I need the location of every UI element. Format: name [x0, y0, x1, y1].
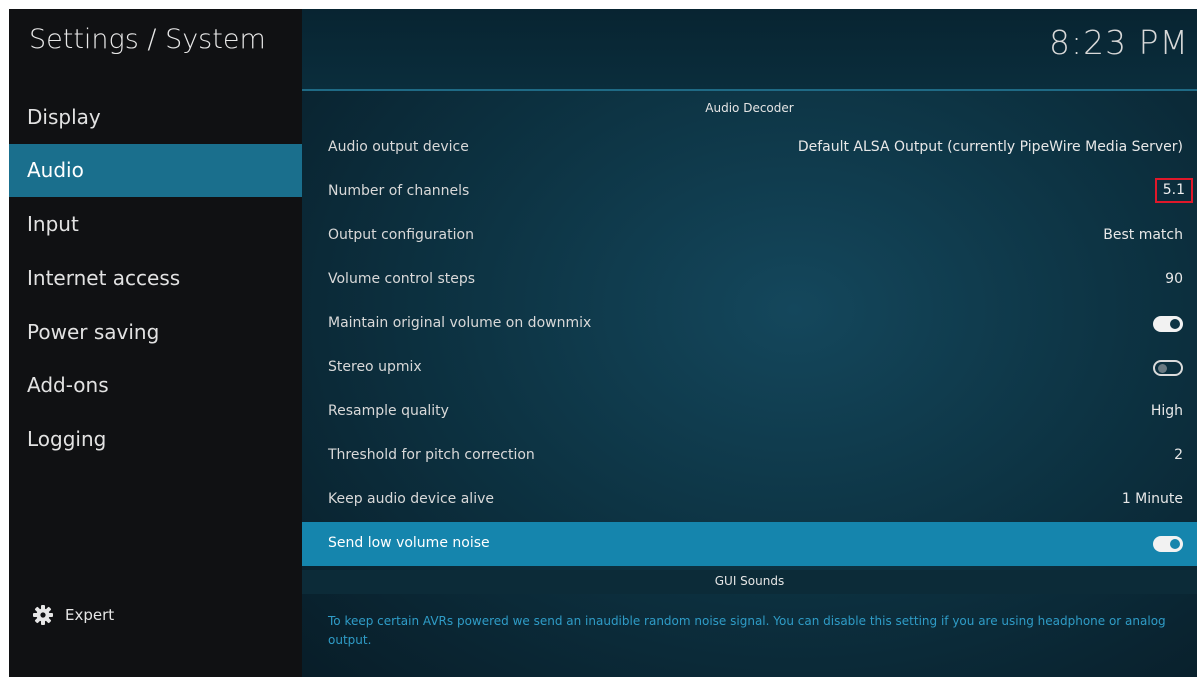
page-title: Settings / System: [29, 24, 266, 55]
setting-maintain-original-volume[interactable]: Maintain original volume on downmix: [302, 302, 1197, 346]
setting-label: Maintain original volume on downmix: [328, 315, 592, 331]
header-divider: [302, 89, 1197, 91]
setting-label: Resample quality: [328, 403, 449, 419]
setting-stereo-upmix[interactable]: Stereo upmix: [302, 346, 1197, 390]
expert-level-button[interactable]: Expert: [33, 601, 114, 629]
toggle-switch-on[interactable]: [1153, 536, 1183, 552]
setting-label: Send low volume noise: [328, 535, 490, 551]
toggle-switch-off[interactable]: [1153, 360, 1183, 376]
setting-label: Stereo upmix: [328, 359, 422, 375]
setting-value-highlighted: 5.1: [1154, 178, 1193, 203]
kodi-window: Settings / System Display Audio Input In…: [9, 9, 1197, 677]
setting-value: Best match: [1103, 227, 1183, 243]
toggle-knob: [1170, 319, 1180, 329]
setting-send-low-volume-noise[interactable]: Send low volume noise: [302, 522, 1197, 566]
sidebar-item-logging[interactable]: Logging: [9, 413, 302, 466]
sidebar-item-add-ons[interactable]: Add-ons: [9, 359, 302, 412]
setting-output-configuration[interactable]: Output configuration Best match: [302, 214, 1197, 258]
section-header-gui-sounds: GUI Sounds: [714, 574, 785, 588]
sidebar-item-display[interactable]: Display: [9, 91, 302, 144]
setting-label: Audio output device: [328, 139, 469, 155]
clock: 8:23 PM: [1049, 23, 1189, 62]
setting-description: To keep certain AVRs powered we send an …: [328, 614, 1166, 647]
sidebar-item-input[interactable]: Input: [9, 198, 302, 251]
setting-value: 2: [1174, 447, 1183, 463]
setting-volume-control-steps[interactable]: Volume control steps 90: [302, 258, 1197, 302]
setting-label: Keep audio device alive: [328, 491, 494, 507]
setting-resample-quality[interactable]: Resample quality High: [302, 390, 1197, 434]
setting-value: 90: [1165, 271, 1183, 287]
setting-threshold-pitch-correction[interactable]: Threshold for pitch correction 2: [302, 434, 1197, 478]
setting-label: Number of channels: [328, 183, 470, 199]
setting-audio-output-device[interactable]: Audio output device Default ALSA Output …: [302, 126, 1197, 170]
setting-number-of-channels[interactable]: Number of channels 5.1: [302, 170, 1197, 214]
setting-keep-audio-device-alive[interactable]: Keep audio device alive 1 Minute: [302, 478, 1197, 522]
setting-value: 1 Minute: [1121, 491, 1183, 507]
setting-label: Volume control steps: [328, 271, 476, 287]
toggle-knob: [1170, 539, 1180, 549]
gear-icon: [33, 605, 53, 625]
setting-value: High: [1150, 403, 1183, 419]
expert-label: Expert: [65, 606, 115, 624]
toggle-switch-on[interactable]: [1153, 316, 1183, 332]
setting-value: Default ALSA Output (currently PipeWire …: [797, 139, 1183, 155]
header-bar: 8:23 PM: [302, 9, 1197, 89]
sidebar-item-power-saving[interactable]: Power saving: [9, 306, 302, 359]
sidebar-item-audio[interactable]: Audio: [9, 144, 302, 197]
setting-label: Output configuration: [328, 227, 474, 243]
sidebar-item-internet-access[interactable]: Internet access: [9, 252, 302, 305]
toggle-knob: [1158, 364, 1167, 373]
sidebar: Settings / System Display Audio Input In…: [9, 9, 302, 677]
setting-label: Threshold for pitch correction: [328, 447, 535, 463]
section-header-audio-decoder: Audio Decoder: [705, 101, 794, 115]
settings-panel: 8:23 PM Audio Decoder Audio output devic…: [302, 9, 1197, 677]
